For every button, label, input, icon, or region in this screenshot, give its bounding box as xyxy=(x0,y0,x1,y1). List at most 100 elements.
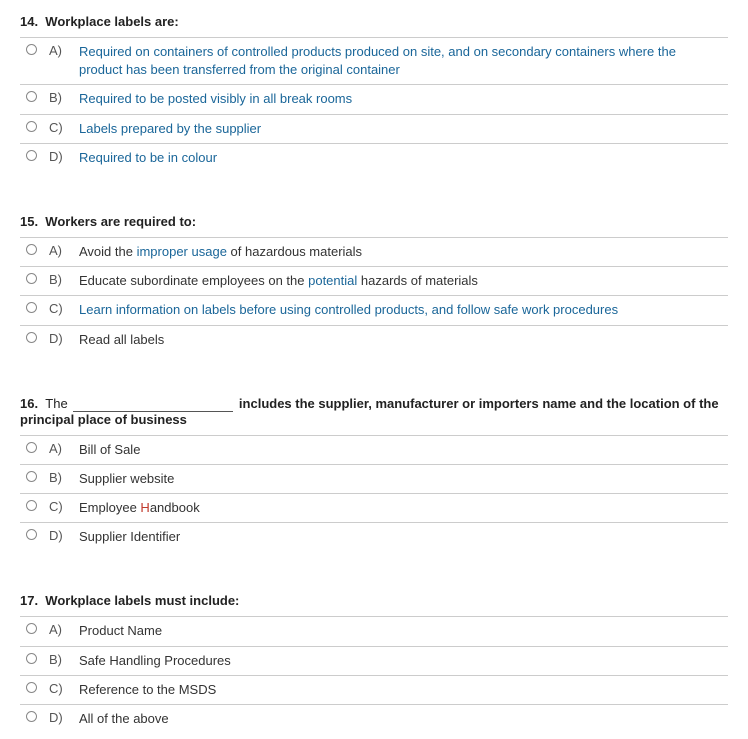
q16-blank xyxy=(73,396,233,412)
question-14-options: A) Required on containers of controlled … xyxy=(20,37,728,172)
table-row: C) Reference to the MSDS xyxy=(20,675,728,704)
text-segment-highlight: H xyxy=(140,500,149,515)
radio-button[interactable] xyxy=(26,682,37,693)
option-letter: B) xyxy=(43,464,73,493)
radio-button[interactable] xyxy=(26,442,37,453)
question-16: 16. The includes the supplier, manufactu… xyxy=(0,382,748,558)
question-text: Workplace labels are: xyxy=(45,14,178,29)
radio-cell xyxy=(20,435,43,464)
spacer xyxy=(0,557,748,579)
option-letter: D) xyxy=(43,325,73,354)
option-letter: A) xyxy=(43,435,73,464)
question-text: Workers are required to: xyxy=(45,214,196,229)
table-row: C) Learn information on labels before us… xyxy=(20,296,728,325)
radio-button[interactable] xyxy=(26,150,37,161)
question-15-title: 15. Workers are required to: xyxy=(20,214,728,229)
radio-cell xyxy=(20,617,43,646)
table-row: B) Educate subordinate employees on the … xyxy=(20,267,728,296)
option-letter: C) xyxy=(43,675,73,704)
question-17: 17. Workplace labels must include: A) Pr… xyxy=(0,579,748,739)
question-16-title: 16. The includes the supplier, manufactu… xyxy=(20,396,728,427)
option-text: Safe Handling Procedures xyxy=(73,646,728,675)
option-letter: A) xyxy=(43,237,73,266)
option-letter: B) xyxy=(43,646,73,675)
radio-cell xyxy=(20,267,43,296)
radio-cell xyxy=(20,85,43,114)
radio-cell xyxy=(20,296,43,325)
option-letter: A) xyxy=(43,617,73,646)
option-text: Product Name xyxy=(73,617,728,646)
radio-button[interactable] xyxy=(26,91,37,102)
question-17-options: A) Product Name B) Safe Handling Procedu… xyxy=(20,616,728,733)
option-letter: C) xyxy=(43,296,73,325)
text-segment: of hazardous materials xyxy=(227,244,362,259)
option-text: Avoid the improper usage of hazardous ma… xyxy=(73,237,728,266)
radio-button[interactable] xyxy=(26,332,37,343)
option-text: Bill of Sale xyxy=(73,435,728,464)
table-row: C) Employee Handbook xyxy=(20,494,728,523)
question-17-title: 17. Workplace labels must include: xyxy=(20,593,728,608)
question-number: 17. xyxy=(20,593,45,608)
text-segment: Employee xyxy=(79,500,140,515)
radio-cell xyxy=(20,675,43,704)
option-text: Read all labels xyxy=(73,325,728,354)
option-letter: D) xyxy=(43,523,73,552)
question-number: 15. xyxy=(20,214,45,229)
radio-button[interactable] xyxy=(26,711,37,722)
radio-cell xyxy=(20,325,43,354)
radio-cell xyxy=(20,705,43,734)
radio-button[interactable] xyxy=(26,623,37,634)
radio-button[interactable] xyxy=(26,653,37,664)
radio-cell xyxy=(20,38,43,85)
table-row: D) Required to be in colour xyxy=(20,143,728,172)
question-number: 14. xyxy=(20,14,45,29)
question-14: 14. Workplace labels are: A) Required on… xyxy=(0,0,748,178)
table-row: D) All of the above xyxy=(20,705,728,734)
option-letter: C) xyxy=(43,114,73,143)
table-row: A) Required on containers of controlled … xyxy=(20,38,728,85)
spacer xyxy=(0,360,748,382)
option-letter: D) xyxy=(43,143,73,172)
question-number: 16. xyxy=(20,396,45,411)
question-15: 15. Workers are required to: A) Avoid th… xyxy=(0,200,748,360)
table-row: B) Required to be posted visibly in all … xyxy=(20,85,728,114)
radio-button[interactable] xyxy=(26,500,37,511)
question-16-options: A) Bill of Sale B) Supplier website C) E… xyxy=(20,435,728,552)
radio-cell xyxy=(20,237,43,266)
text-segment: hazards of materials xyxy=(357,273,478,288)
radio-cell xyxy=(20,143,43,172)
option-text: Labels prepared by the supplier xyxy=(73,114,728,143)
table-row: B) Supplier website xyxy=(20,464,728,493)
option-text: All of the above xyxy=(73,705,728,734)
text-segment: Educate subordinate employees on the xyxy=(79,273,308,288)
text-segment: andbook xyxy=(150,500,200,515)
radio-button[interactable] xyxy=(26,273,37,284)
table-row: A) Bill of Sale xyxy=(20,435,728,464)
radio-button[interactable] xyxy=(26,44,37,55)
radio-cell xyxy=(20,646,43,675)
table-row: D) Read all labels xyxy=(20,325,728,354)
option-letter: D) xyxy=(43,705,73,734)
option-text: Required on containers of controlled pro… xyxy=(73,38,728,85)
question-text: Workplace labels must include: xyxy=(45,593,239,608)
option-text: Reference to the MSDS xyxy=(73,675,728,704)
option-text: Required to be posted visibly in all bre… xyxy=(73,85,728,114)
option-letter: C) xyxy=(43,494,73,523)
text-segment: Avoid the xyxy=(79,244,137,259)
radio-button[interactable] xyxy=(26,244,37,255)
radio-button[interactable] xyxy=(26,471,37,482)
text-segment-highlight: potential xyxy=(308,273,357,288)
radio-button[interactable] xyxy=(26,302,37,313)
table-row: A) Product Name xyxy=(20,617,728,646)
radio-button[interactable] xyxy=(26,529,37,540)
spacer xyxy=(0,178,748,200)
option-text: Learn information on labels before using… xyxy=(73,296,728,325)
option-text: Required to be in colour xyxy=(73,143,728,172)
radio-button[interactable] xyxy=(26,121,37,132)
option-letter: B) xyxy=(43,267,73,296)
table-row: B) Safe Handling Procedures xyxy=(20,646,728,675)
radio-cell xyxy=(20,494,43,523)
radio-cell xyxy=(20,464,43,493)
option-text: Educate subordinate employees on the pot… xyxy=(73,267,728,296)
q16-pre: The xyxy=(45,396,71,411)
